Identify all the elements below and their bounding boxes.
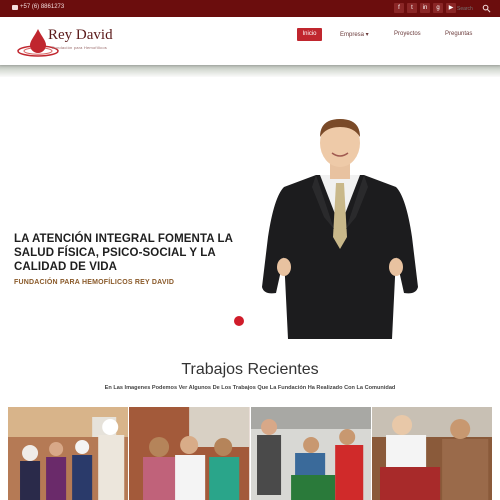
- nav-item-preguntas[interactable]: Preguntas: [445, 31, 472, 37]
- main-header: Rey David Fundación para Hemofílicos Ini…: [0, 17, 500, 65]
- gallery-photo-3[interactable]: [250, 407, 371, 500]
- facebook-icon[interactable]: f: [394, 3, 404, 13]
- photo-image: [371, 407, 492, 500]
- header-divider: [0, 65, 500, 77]
- phone-info: +57 (6) 8861273: [12, 4, 64, 10]
- nav-item-proyectos[interactable]: Proyectos: [394, 31, 421, 37]
- slider-dot[interactable]: [234, 316, 244, 326]
- search-icon[interactable]: [482, 4, 491, 13]
- photo-image: [129, 407, 250, 500]
- hero-subtitle: FUNDACIÓN PARA HEMOFÍLICOS REY DAVID: [14, 279, 175, 286]
- gallery-photo-4[interactable]: [371, 407, 492, 500]
- youtube-icon[interactable]: ▶: [446, 3, 456, 13]
- phone-icon: [12, 4, 18, 10]
- hero-person-image: [262, 119, 418, 339]
- nav-item-empresa[interactable]: Empresa ▾: [340, 31, 369, 38]
- linkedin-icon[interactable]: in: [420, 3, 430, 13]
- photo-image: [8, 407, 129, 500]
- google-plus-icon[interactable]: g: [433, 3, 443, 13]
- logo-text[interactable]: Rey David: [48, 27, 113, 44]
- nav-item-inicio[interactable]: Inicio: [297, 28, 322, 41]
- hero-title: LA ATENCIÓN INTEGRAL FOMENTA LA SALUD FÍ…: [14, 233, 233, 273]
- search-input[interactable]: [457, 4, 483, 13]
- top-bar: +57 (6) 8861273 f t in g ▶: [0, 0, 500, 17]
- logo-subtitle: Fundación para Hemofílicos: [52, 45, 108, 50]
- gallery-photo-2[interactable]: [129, 407, 250, 500]
- phone-number: +57 (6) 8861273: [20, 4, 65, 10]
- section-subtitle: En Las Imagenes Podemos Ver Algunos De L…: [104, 385, 396, 391]
- social-links: f t in g ▶: [394, 3, 456, 13]
- twitter-icon[interactable]: t: [407, 3, 417, 13]
- gallery-photo-1[interactable]: [8, 407, 129, 500]
- gallery: [8, 407, 492, 500]
- photo-image: [250, 407, 371, 500]
- section-title: Trabajos Recientes: [181, 361, 319, 378]
